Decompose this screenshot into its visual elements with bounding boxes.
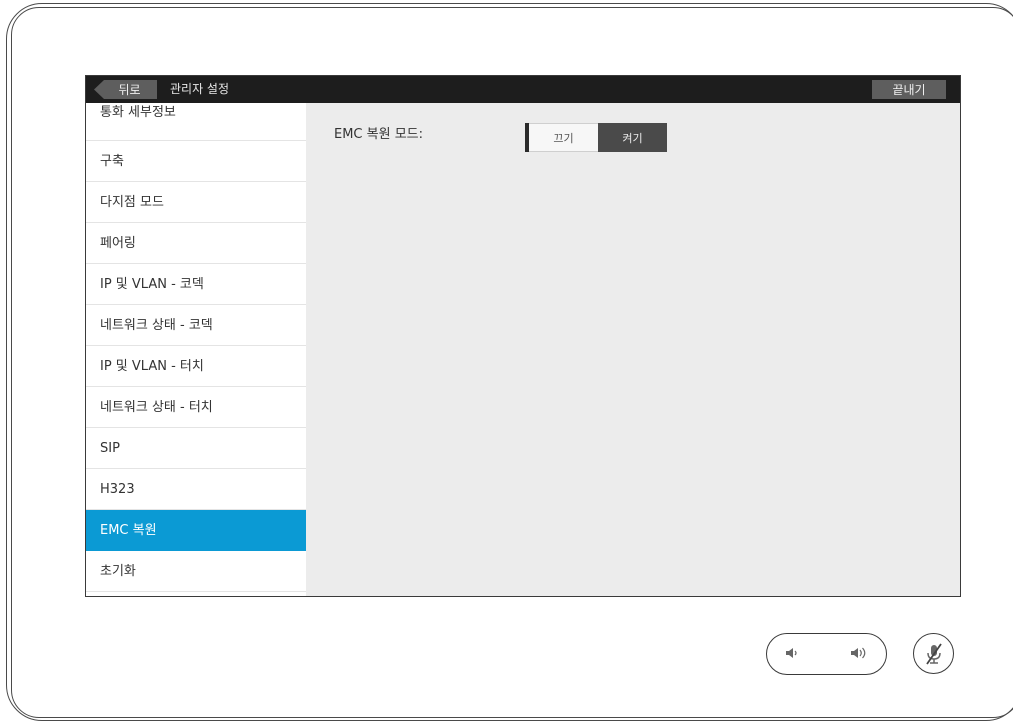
microphone-muted-icon[interactable] (913, 633, 954, 674)
sidebar-item-call-details[interactable]: 통화 세부정보 (86, 103, 306, 141)
screen: 뒤로 관리자 설정 끝내기 통화 세부정보 구축 다지점 모드 페어링 IP 및… (85, 75, 961, 597)
sidebar-item-sip[interactable]: SIP (86, 428, 306, 469)
sidebar-item-emc-restore[interactable]: EMC 복원 (86, 510, 306, 551)
sidebar-item-ip-vlan-touch[interactable]: IP 및 VLAN - 터치 (86, 346, 306, 387)
sidebar: 통화 세부정보 구축 다지점 모드 페어링 IP 및 VLAN - 코덱 네트워… (86, 103, 306, 596)
sidebar-item-provisioning[interactable]: 구축 (86, 141, 306, 182)
toggle-off-option[interactable]: 끄기 (529, 123, 598, 152)
sidebar-item-h323[interactable]: H323 (86, 469, 306, 510)
toggle-on-option[interactable]: 켜기 (598, 123, 667, 152)
settings-panel: EMC 복원 모드: 끄기 켜기 (306, 103, 960, 596)
volume-down-icon[interactable] (785, 647, 799, 662)
volume-control[interactable] (766, 633, 887, 675)
page-title: 관리자 설정 (170, 82, 230, 96)
sidebar-item-multipoint-mode[interactable]: 다지점 모드 (86, 182, 306, 223)
sidebar-item-network-status-codec[interactable]: 네트워크 상태 - 코덱 (86, 305, 306, 346)
volume-up-icon[interactable] (850, 646, 868, 663)
emc-restore-toggle[interactable]: 끄기 켜기 (525, 123, 667, 152)
sidebar-item-reset[interactable]: 초기화 (86, 551, 306, 592)
sidebar-item-ip-vlan-codec[interactable]: IP 및 VLAN - 코덱 (86, 264, 306, 305)
top-bar: 뒤로 관리자 설정 끝내기 (86, 76, 960, 103)
sidebar-item-pairing[interactable]: 페어링 (86, 223, 306, 264)
back-button[interactable]: 뒤로 (94, 80, 157, 99)
end-button[interactable]: 끝내기 (872, 80, 946, 99)
sidebar-item-network-status-touch[interactable]: 네트워크 상태 - 터치 (86, 387, 306, 428)
emc-restore-mode-label: EMC 복원 모드: (334, 127, 423, 142)
